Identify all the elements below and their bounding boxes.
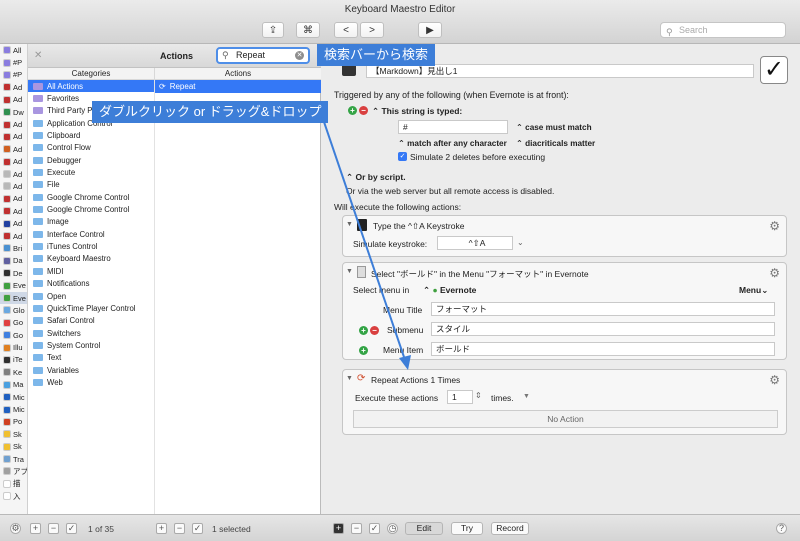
record-button[interactable]: Record	[491, 522, 529, 535]
edit-button[interactable]: Edit	[405, 522, 443, 535]
help-button[interactable]: ?	[776, 523, 787, 534]
macro-count: 1 of 35	[88, 524, 114, 534]
add-macro-button[interactable]: +	[30, 523, 41, 534]
drag-arrow	[321, 115, 411, 370]
try-button[interactable]: Try	[451, 522, 483, 535]
enable-macro-button[interactable]: ✓	[66, 523, 77, 534]
clock-icon[interactable]: ◷	[387, 523, 398, 534]
bottom-bar: ⚙ + − ✓ 1 of 35 + − ✓ 1 selected + − ✓ ◷…	[0, 514, 800, 541]
drag-arrow-line	[321, 115, 406, 361]
remove-macro-button[interactable]: −	[48, 523, 59, 534]
group-settings-icon[interactable]: ⚙	[10, 523, 21, 534]
new-action-button[interactable]: +	[333, 523, 344, 534]
remove-action-button[interactable]: −	[174, 523, 185, 534]
delete-action-button[interactable]: −	[351, 523, 362, 534]
selected-count: 1 selected	[212, 524, 251, 534]
add-action-button[interactable]: +	[156, 523, 167, 534]
enable-action-button[interactable]: ✓	[192, 523, 203, 534]
drag-arrow-head	[399, 355, 411, 370]
enable-toggle-button[interactable]: ✓	[369, 523, 380, 534]
